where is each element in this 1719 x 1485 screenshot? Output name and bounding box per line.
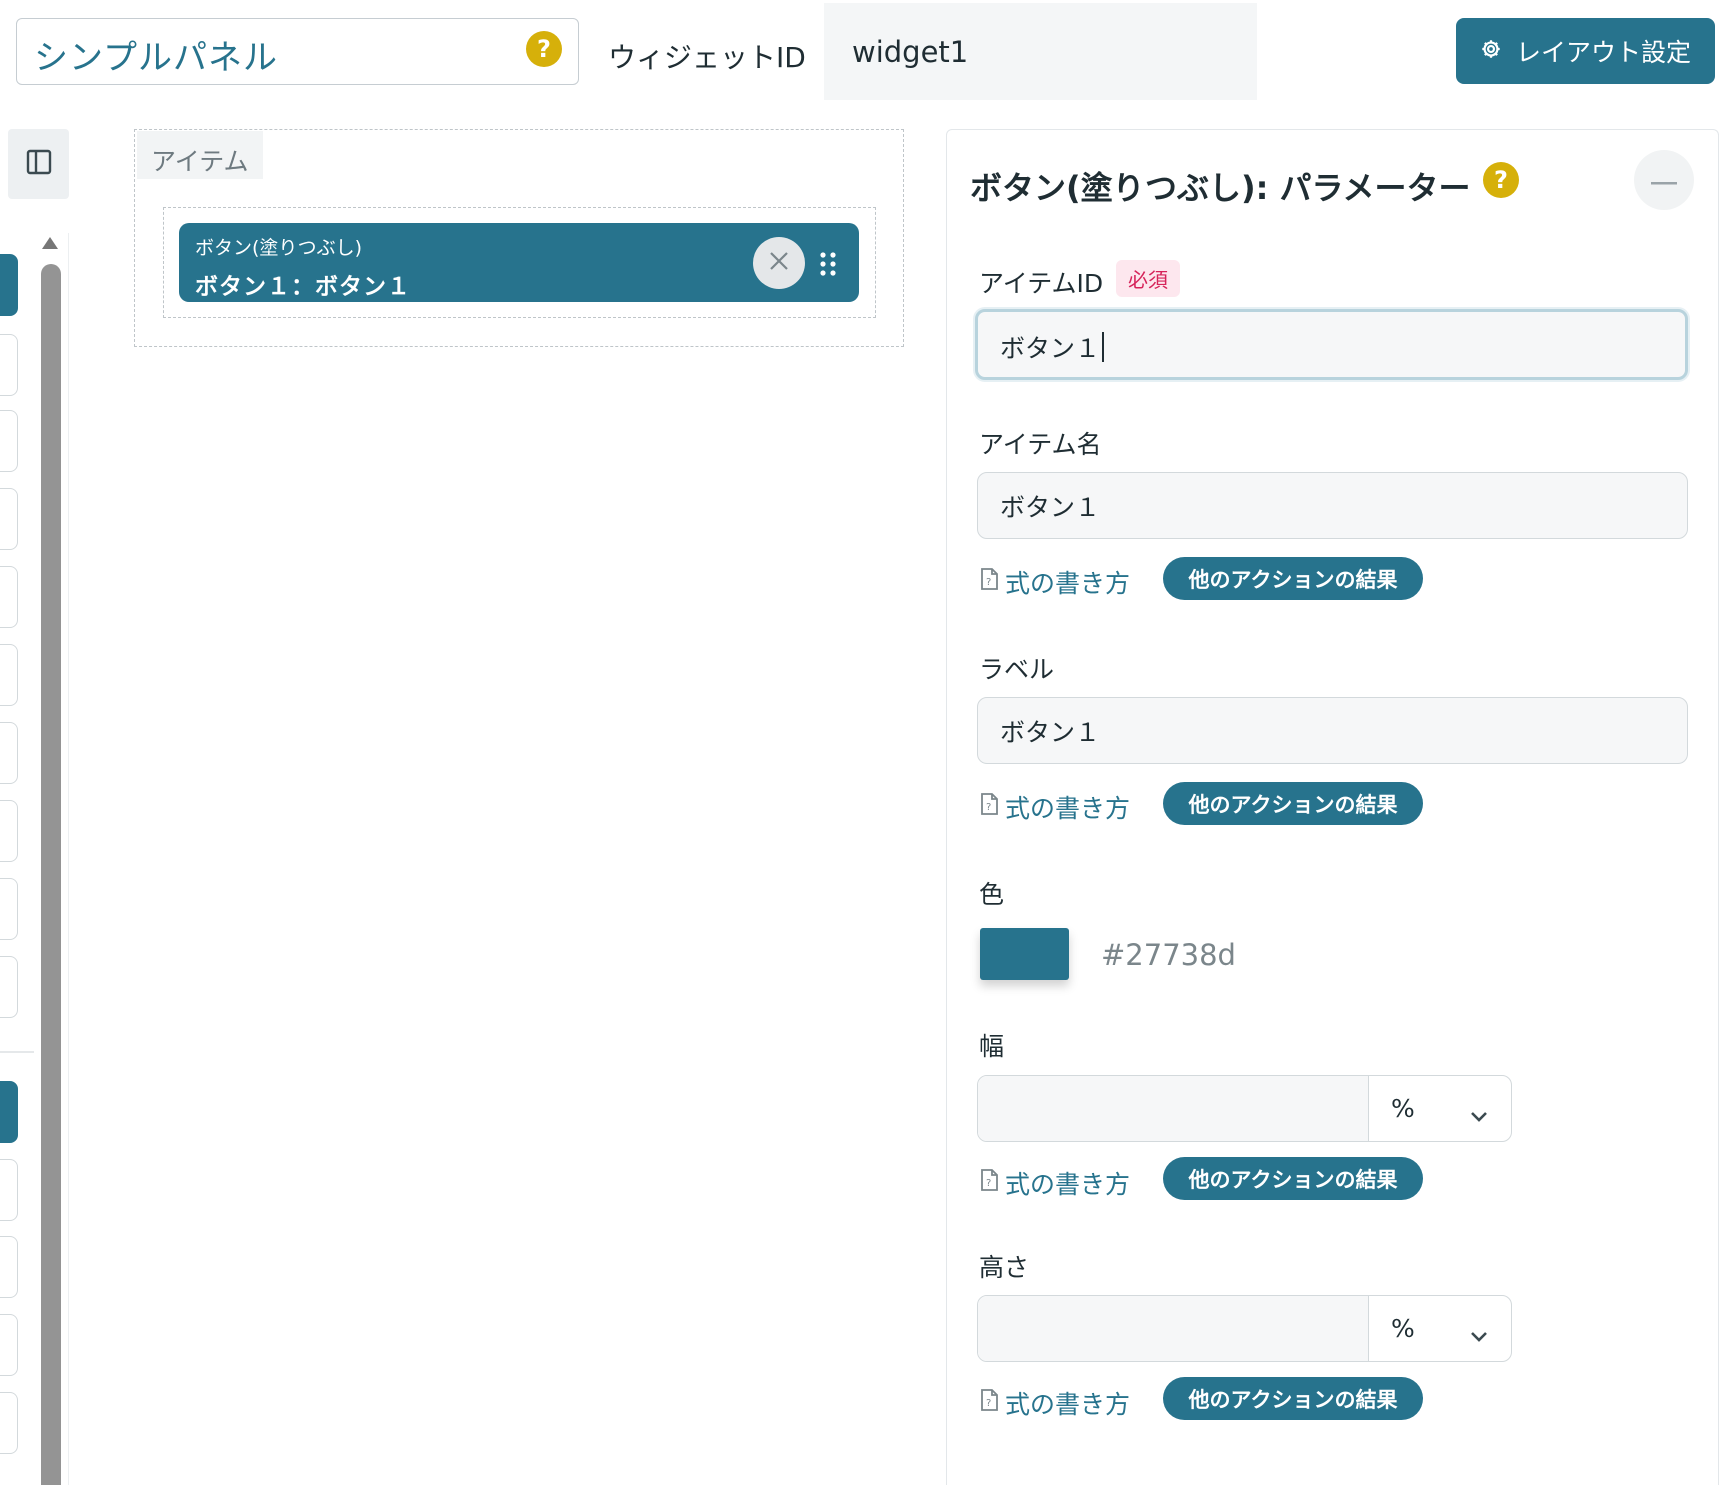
palette-item[interactable]	[0, 566, 18, 628]
palette-item[interactable]	[0, 334, 18, 396]
width-unit-select[interactable]: %	[1369, 1076, 1511, 1141]
height-unit-select[interactable]: %	[1369, 1296, 1511, 1361]
other-action-result-button[interactable]: 他のアクションの結果	[1163, 557, 1423, 600]
scrollbar-thumb[interactable]	[41, 264, 61, 1485]
remove-item-button[interactable]	[753, 237, 805, 289]
palette-item[interactable]	[0, 488, 18, 550]
formula-help-link[interactable]: ? 式の書き方	[979, 1385, 1130, 1421]
width-field-group: %	[977, 1075, 1512, 1142]
color-hex-value: #27738d	[1101, 938, 1236, 972]
text-caret	[1102, 332, 1105, 362]
palette-item[interactable]	[0, 254, 18, 316]
item-id-value: ボタン１	[1000, 334, 1101, 363]
label-field-label: ラベル	[979, 655, 1055, 684]
svg-text:?: ?	[986, 802, 991, 813]
svg-text:?: ?	[986, 577, 991, 588]
layout-settings-label: レイアウト設定	[1515, 38, 1691, 67]
width-unit-value: %	[1391, 1094, 1415, 1123]
other-action-result-button[interactable]: 他のアクションの結果	[1163, 1377, 1423, 1420]
item-name-label: アイテム名	[979, 430, 1102, 459]
palette-item[interactable]	[0, 956, 18, 1018]
palette-item[interactable]	[0, 722, 18, 784]
item-card-type: ボタン(塗りつぶし)	[195, 237, 363, 259]
svg-text:?: ?	[986, 1398, 991, 1409]
help-icon[interactable]: ?	[1483, 162, 1519, 198]
formula-help-link[interactable]: ? 式の書き方	[979, 1165, 1130, 1201]
item-card-name: ボタン１：ボタン１	[195, 274, 411, 300]
drag-handle-icon[interactable]	[818, 250, 838, 278]
formula-help-link[interactable]: ? 式の書き方	[979, 789, 1130, 825]
document-help-icon: ?	[979, 1168, 999, 1198]
item-name-input[interactable]: ボタン１	[977, 472, 1688, 539]
color-label: 色	[979, 880, 1005, 909]
gear-icon	[1480, 37, 1502, 66]
palette-item[interactable]	[0, 1314, 18, 1376]
formula-link-label: 式の書き方	[1005, 794, 1131, 823]
palette-item[interactable]	[0, 1081, 18, 1143]
height-input[interactable]	[978, 1296, 1369, 1361]
palette-item[interactable]	[0, 410, 18, 472]
layout-settings-button[interactable]: レイアウト設定	[1456, 18, 1715, 84]
width-input[interactable]	[978, 1076, 1369, 1141]
palette-divider	[0, 1051, 34, 1053]
scroll-up-icon[interactable]	[42, 237, 58, 249]
document-help-icon: ?	[979, 1388, 999, 1418]
palette-item[interactable]	[0, 1392, 18, 1454]
palette-item[interactable]	[0, 878, 18, 940]
palette-item[interactable]	[0, 1159, 18, 1221]
width-label: 幅	[979, 1032, 1005, 1061]
item-id-label: アイテムID	[979, 269, 1104, 298]
widget-id-label: ウィジェットID	[608, 41, 806, 74]
height-label: 高さ	[979, 1253, 1030, 1282]
document-help-icon: ?	[979, 567, 999, 597]
item-name-value: ボタン１	[1000, 492, 1101, 522]
close-icon	[769, 251, 789, 275]
other-action-result-button[interactable]: 他のアクションの結果	[1163, 782, 1423, 825]
divider	[68, 233, 69, 1485]
minus-icon	[1651, 171, 1677, 190]
panel-name-text: シンプルパネル	[34, 38, 278, 78]
formula-link-label: 式の書き方	[1005, 569, 1131, 598]
item-id-value-wrap: ボタン１	[1000, 329, 1105, 365]
items-title: アイテム	[151, 147, 249, 176]
formula-help-link[interactable]: ? 式の書き方	[979, 564, 1130, 600]
sidebar-toggle-button[interactable]	[8, 129, 69, 199]
svg-text:?: ?	[986, 1178, 991, 1189]
chevron-down-icon	[1469, 1320, 1489, 1349]
color-swatch[interactable]	[980, 928, 1069, 980]
help-icon[interactable]: ?	[526, 31, 562, 67]
collapse-button[interactable]	[1634, 150, 1694, 210]
palette-item[interactable]	[0, 644, 18, 706]
formula-link-label: 式の書き方	[1005, 1390, 1131, 1419]
required-badge: 必須	[1116, 260, 1180, 297]
height-field-group: %	[977, 1295, 1512, 1362]
label-input[interactable]: ボタン１	[977, 697, 1688, 764]
other-action-result-button[interactable]: 他のアクションの結果	[1163, 1157, 1423, 1200]
parameter-panel-title: ボタン(塗りつぶし): パラメーター	[970, 169, 1471, 207]
sidebar-panel-icon	[26, 149, 52, 179]
height-unit-value: %	[1391, 1314, 1415, 1343]
palette-item[interactable]	[0, 1236, 18, 1298]
label-value: ボタン１	[1000, 717, 1101, 747]
widget-id-value: widget1	[852, 35, 969, 69]
chevron-down-icon	[1469, 1100, 1489, 1129]
formula-link-label: 式の書き方	[1005, 1170, 1131, 1199]
palette-item[interactable]	[0, 800, 18, 862]
document-help-icon: ?	[979, 792, 999, 822]
